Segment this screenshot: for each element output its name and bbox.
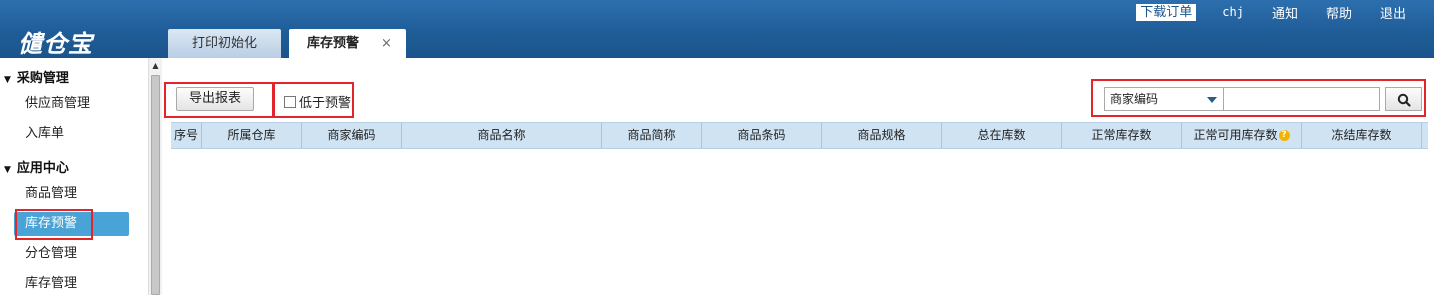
highlight-box-sidebar	[15, 209, 93, 240]
sidebar-item-suppliers[interactable]: 供应商管理	[14, 92, 129, 116]
caret-down-icon: ▼	[4, 165, 11, 175]
help-link[interactable]: 帮助	[1326, 3, 1352, 22]
scroll-up-icon[interactable]: ▲	[149, 58, 162, 73]
column-header[interactable]: 序号	[171, 123, 202, 148]
sidebar-scrollbar[interactable]: ▲	[148, 58, 162, 295]
sidebar-group-label: 应用中心	[16, 161, 69, 176]
tab-stock-warning[interactable]: 库存预警 ×	[289, 29, 406, 58]
column-header[interactable]: 商品简称	[602, 123, 702, 148]
column-header[interactable]: 商品条码	[702, 123, 822, 148]
search-icon	[1397, 93, 1411, 107]
download-orders-link[interactable]: 下载订单	[1136, 3, 1197, 21]
search-field-select[interactable]: 商家编码	[1104, 87, 1224, 111]
sidebar-group-apps[interactable]: ▼ 应用中心	[4, 157, 69, 176]
below-warning-filter[interactable]: 低于预警	[284, 92, 351, 111]
column-header[interactable]: 冻结库存数	[1302, 123, 1422, 148]
column-header[interactable]: 正常库存数	[1062, 123, 1182, 148]
column-header[interactable]: 商品规格	[822, 123, 942, 148]
column-header[interactable]: 总在库数	[942, 123, 1062, 148]
column-header-label: 正常可用库存数	[1193, 128, 1278, 142]
app-header: 儙仓宝 下载订单 chj 通知 帮助 退出 打印初始化 库存预警 ×	[0, 0, 1434, 58]
help-icon[interactable]: ?	[1278, 130, 1290, 141]
close-icon[interactable]: ×	[381, 29, 392, 58]
scroll-thumb[interactable]	[151, 75, 160, 295]
column-header[interactable]: 商品名称	[402, 123, 602, 148]
table-header: 序号 所属仓库 商家编码 商品名称 商品简称 商品条码 商品规格 总在库数 正常…	[171, 122, 1428, 149]
below-warning-checkbox[interactable]	[284, 95, 296, 108]
column-header[interactable]: 商家编码	[302, 123, 402, 148]
sidebar-item-inventory[interactable]: 库存管理	[14, 272, 129, 295]
search-input[interactable]	[1223, 87, 1380, 111]
user-link[interactable]: chj	[1222, 5, 1244, 19]
notice-link[interactable]: 通知	[1272, 3, 1298, 22]
tab-bar: 打印初始化 库存预警 ×	[168, 29, 414, 58]
sidebar: ▼ 采购管理 供应商管理 入库单 ▼ 应用中心 商品管理 库存预警 分仓管理 库存管…	[0, 58, 148, 295]
logout-link[interactable]: 退出	[1380, 3, 1406, 22]
app-logo[interactable]: 儙仓宝	[18, 24, 93, 59]
search-button[interactable]	[1385, 87, 1422, 111]
top-nav: 下载订单 chj 通知 帮助 退出	[1136, 3, 1434, 22]
below-warning-label: 低于预警	[299, 96, 352, 111]
export-report-button[interactable]: 导出报表	[176, 87, 254, 111]
tab-label: 打印初始化	[192, 36, 258, 51]
sidebar-item-warehouses[interactable]: 分仓管理	[14, 242, 129, 266]
column-header[interactable]: 所属仓库	[202, 123, 302, 148]
sidebar-group-label: 采购管理	[16, 71, 69, 86]
sidebar-item-products[interactable]: 商品管理	[14, 182, 129, 206]
sidebar-item-inbound[interactable]: 入库单	[14, 122, 129, 146]
column-header-available[interactable]: 正常可用库存数?	[1182, 123, 1302, 148]
caret-down-icon: ▼	[4, 75, 11, 85]
tab-label: 库存预警	[307, 36, 360, 51]
tab-print-init[interactable]: 打印初始化	[168, 29, 282, 58]
search-field-value: 商家编码	[1110, 92, 1159, 106]
caret-down-icon	[1207, 97, 1217, 103]
sidebar-group-purchase[interactable]: ▼ 采购管理	[4, 67, 69, 86]
